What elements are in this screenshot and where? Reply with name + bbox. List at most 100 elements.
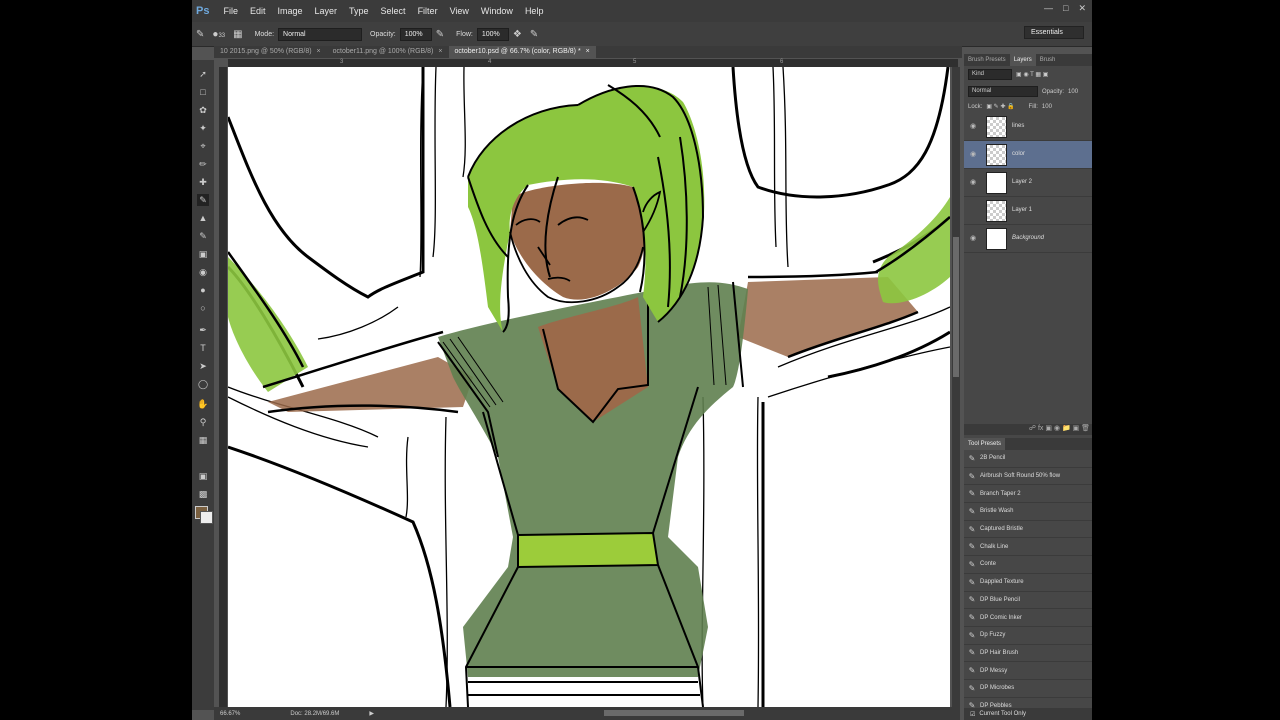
menu-view[interactable]: View — [444, 6, 475, 16]
workspace-switcher[interactable]: Essentials — [1024, 26, 1084, 39]
tab-layers[interactable]: Layers — [1009, 54, 1036, 66]
document-canvas[interactable] — [228, 67, 950, 707]
layer-opacity-value[interactable]: 100 — [1068, 89, 1078, 95]
menu-file[interactable]: File — [217, 6, 244, 16]
flow-field[interactable]: 100% — [476, 27, 509, 41]
preset-item[interactable]: ✎ Conte — [964, 556, 1092, 574]
preset-item[interactable]: ✎ Dappled Texture — [964, 574, 1092, 592]
pressure-opacity-icon[interactable]: ✎ — [436, 29, 444, 40]
brush-icon: ✎ — [968, 666, 976, 676]
tab-document-3[interactable]: october10.psd @ 66.7% (color, RGB/8) * × — [448, 46, 596, 58]
quick-mask-icon[interactable]: ▣ — [197, 470, 209, 482]
layer-row-layer-2[interactable]: ◉ Layer 2 — [964, 169, 1092, 197]
eraser-tool-icon[interactable]: ▣ — [197, 248, 209, 260]
eye-icon[interactable]: ◉ — [970, 150, 976, 158]
preset-label: Dappled Texture — [980, 579, 1024, 586]
close-icon[interactable]: × — [317, 48, 321, 55]
zoom-level[interactable]: 66.67% — [220, 711, 240, 717]
hand-tool-icon[interactable]: ✋ — [197, 398, 209, 410]
airbrush-icon[interactable]: ❖ — [513, 29, 522, 40]
preset-item[interactable]: ✎ 2B Pencil — [964, 450, 1092, 468]
menu-edit[interactable]: Edit — [244, 6, 272, 16]
pressure-size-icon[interactable]: ✎ — [530, 29, 538, 40]
status-menu-arrow-icon[interactable]: ▶ — [369, 710, 374, 717]
preset-item[interactable]: ✎ DP Comic Inker — [964, 609, 1092, 627]
preset-item[interactable]: ✎ DP Messy — [964, 662, 1092, 680]
layers-footer-icons[interactable]: ☍ fx ▣ ◉ 📁 ▣ 🗑 — [964, 424, 1092, 435]
tab-document-2[interactable]: october11.png @ 100% (RGB/8) × — [327, 46, 449, 58]
zoom-tool-icon[interactable]: ⚲ — [197, 416, 209, 428]
layer-row-lines[interactable]: ◉ lines — [964, 113, 1092, 141]
preset-item[interactable]: ✎ DP Blue Pencil — [964, 592, 1092, 610]
eye-icon[interactable]: ◉ — [970, 234, 976, 242]
blend-mode-select[interactable]: Normal — [968, 86, 1038, 97]
blur-tool-icon[interactable]: ● — [197, 284, 209, 296]
lasso-tool-icon[interactable]: ✿ — [197, 104, 209, 116]
background-color-swatch[interactable] — [200, 511, 213, 524]
crop-tool-icon[interactable]: ⌖ — [197, 140, 209, 152]
eye-icon[interactable]: ◉ — [970, 178, 976, 186]
screen-mode-icon[interactable]: ▩ — [197, 488, 209, 500]
preset-item[interactable]: ✎ Bristle Wash — [964, 503, 1092, 521]
menu-layer[interactable]: Layer — [309, 6, 344, 16]
preset-item[interactable]: ✎ Airbrush Soft Round 50% flow — [964, 468, 1092, 486]
fill-value[interactable]: 100 — [1042, 104, 1052, 110]
healing-brush-tool-icon[interactable]: ✚ — [197, 176, 209, 188]
brush-icon: ✎ — [968, 489, 976, 499]
paint-bucket-tool-icon[interactable]: ◉ — [197, 266, 209, 278]
lock-icons[interactable]: ▣ ✎ ✚ 🔒 — [986, 103, 1014, 110]
brush-preset-picker[interactable]: ●33 — [212, 29, 225, 40]
marquee-tool-icon[interactable]: □ — [197, 86, 209, 98]
tab-brush-presets[interactable]: Brush Presets — [964, 54, 1010, 66]
menu-image[interactable]: Image — [272, 6, 309, 16]
clone-stamp-tool-icon[interactable]: ▲ — [197, 212, 209, 224]
close-icon[interactable]: × — [438, 48, 442, 55]
default-colors-icon[interactable]: ▦ — [197, 434, 209, 446]
tab-tool-presets[interactable]: Tool Presets — [964, 438, 1006, 450]
quick-select-tool-icon[interactable]: ✦ — [197, 122, 209, 134]
menu-type[interactable]: Type — [343, 6, 375, 16]
close-icon[interactable]: ✕ — [1078, 3, 1086, 14]
menu-select[interactable]: Select — [375, 6, 412, 16]
layer-kind-filter[interactable]: Kind — [968, 69, 1012, 80]
brush-tool-icon[interactable]: ✎ — [197, 194, 209, 206]
preset-item[interactable]: ✎ Branch Taper 2 — [964, 485, 1092, 504]
pen-tool-icon[interactable]: ✒ — [197, 324, 209, 336]
preset-item[interactable]: ✎ Chalk Line — [964, 538, 1092, 557]
eye-icon[interactable]: ◉ — [970, 122, 976, 130]
shape-tool-icon[interactable]: ◯ — [197, 378, 209, 390]
current-tool-only-checkbox[interactable]: ☑ — [970, 711, 975, 718]
eyedropper-tool-icon[interactable]: ✏ — [197, 158, 209, 170]
opacity-field[interactable]: 100% — [399, 27, 432, 41]
mode-select[interactable]: Normal — [278, 27, 363, 41]
menu-help[interactable]: Help — [519, 6, 550, 16]
layer-row-color[interactable]: ◉ color — [964, 141, 1092, 169]
tab-document-1[interactable]: 10 2015.png @ 50% (RGB/8) × — [214, 46, 327, 58]
preset-item[interactable]: ✎ DP Microbes — [964, 680, 1092, 698]
path-select-tool-icon[interactable]: ➤ — [197, 360, 209, 372]
vertical-scrollbar[interactable] — [952, 67, 960, 707]
menu-window[interactable]: Window — [475, 6, 519, 16]
vertical-scroll-thumb[interactable] — [953, 237, 959, 377]
ruler-vertical — [219, 67, 227, 707]
layer-row-background[interactable]: ◉ Background — [964, 225, 1092, 253]
preset-label: DP Hair Brush — [980, 649, 1019, 656]
tab-brush[interactable]: Brush — [1036, 54, 1060, 66]
type-tool-icon[interactable]: T — [197, 342, 209, 354]
preset-item[interactable]: ✎ Captured Bristle — [964, 521, 1092, 539]
dodge-tool-icon[interactable]: ○ — [197, 302, 209, 314]
close-icon[interactable]: × — [586, 48, 590, 55]
preset-item[interactable]: ✎ Dp Fuzzy — [964, 627, 1092, 645]
horizontal-scroll-thumb[interactable] — [604, 710, 744, 716]
maximize-icon[interactable]: □ — [1063, 3, 1068, 14]
menu-filter[interactable]: Filter — [412, 6, 444, 16]
move-tool-icon[interactable]: ➚ — [197, 68, 209, 80]
minimize-icon[interactable]: — — [1044, 3, 1053, 14]
layer-row-layer-1[interactable]: Layer 1 — [964, 197, 1092, 225]
history-brush-tool-icon[interactable]: ✎ — [197, 230, 209, 242]
preset-item[interactable]: ✎ DP Hair Brush — [964, 645, 1092, 663]
brush-panel-toggle-icon[interactable]: ▦ — [233, 29, 242, 40]
brush-icon: ✎ — [968, 595, 976, 605]
brush-tool-icon[interactable]: ✎ — [196, 29, 204, 40]
filter-icons[interactable]: ▣ ◉ T ▦ ▣ — [1016, 71, 1048, 78]
